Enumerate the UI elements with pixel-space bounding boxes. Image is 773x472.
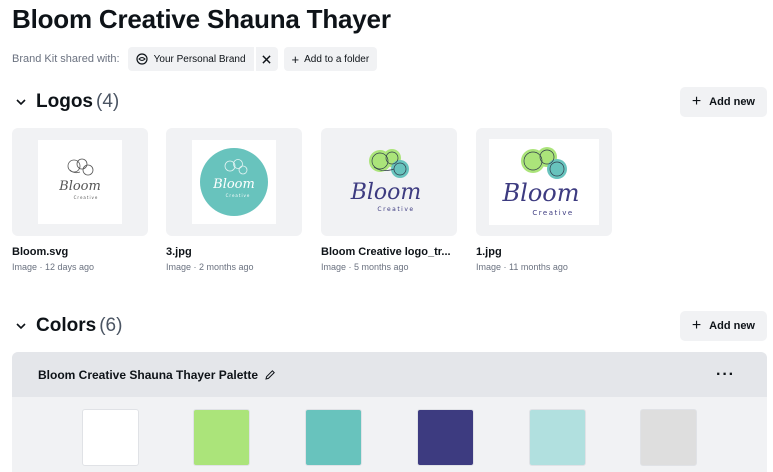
remove-brand-button[interactable] (253, 47, 278, 71)
plus-icon: + (291, 51, 300, 67)
brand-chip[interactable]: Your Personal Brand (127, 47, 278, 71)
logo-subtitle: Creative (377, 206, 414, 213)
shared-with-label: Brand Kit shared with: (12, 53, 120, 65)
logo-name: 3.jpg (166, 246, 192, 258)
add-new-label: Add new (709, 320, 755, 332)
logo-card[interactable]: Bloom Creative 1.jpg Image · 11 months a… (476, 128, 612, 272)
close-icon (262, 54, 271, 64)
logo-card[interactable]: Bloom Creative 3.jpg Image · 2 months ag… (166, 128, 302, 272)
palette-name[interactable]: Bloom Creative Shauna Thayer Palette (38, 368, 258, 382)
logo-thumbnail[interactable]: Bloom Creative (321, 128, 457, 236)
more-options-button[interactable]: ··· (716, 366, 735, 384)
pencil-icon[interactable] (264, 369, 276, 381)
logo-subtitle: Creative (532, 209, 573, 217)
logo-image: Bloom Creative (192, 140, 276, 224)
logo-image: Bloom Creative (38, 140, 122, 224)
add-new-logo-button[interactable]: + Add new (679, 87, 767, 117)
color-swatch[interactable] (640, 409, 697, 466)
logos-section-header: Logos (4) + Add new (12, 86, 767, 118)
logos-count: (4) (96, 91, 120, 112)
plus-icon: + (691, 93, 702, 110)
logo-meta: Image · 12 days ago (12, 262, 95, 272)
add-to-folder-button[interactable]: + Add to a folder (283, 47, 378, 71)
logos-title: Logos (36, 91, 93, 112)
chevron-down-icon[interactable] (12, 93, 30, 111)
add-to-folder-label: Add to a folder (304, 53, 370, 65)
logo-wordmark: Bloom (212, 177, 255, 192)
logo-wordmark: Bloom (350, 180, 422, 205)
logo-wordmark: Bloom (502, 179, 580, 207)
page-title: Bloom Creative Shauna Thayer (12, 4, 391, 34)
colors-section-header: Colors (6) + Add new (12, 310, 767, 342)
logo-name: 1.jpg (476, 246, 502, 258)
logo-image: Bloom Creative (350, 149, 422, 213)
brand-chip-label: Your Personal Brand (153, 53, 246, 65)
color-swatch[interactable] (529, 409, 586, 466)
logo-thumbnail[interactable]: Bloom Creative (166, 128, 302, 236)
logo-subtitle: Creative (74, 195, 99, 200)
logo-meta: Image · 2 months ago (166, 262, 254, 272)
logo-name: Bloom Creative logo_tr... (321, 246, 451, 258)
logo-card[interactable]: Bloom Creative Bloom.svg Image · 12 days… (12, 128, 148, 272)
brand-icon (136, 53, 148, 65)
palette-header: Bloom Creative Shauna Thayer Palette ··· (12, 352, 767, 397)
chevron-down-icon[interactable] (12, 317, 30, 335)
logo-subtitle: Creative (226, 193, 251, 198)
colors-title: Colors (36, 315, 97, 336)
logo-image: Bloom Creative (489, 139, 599, 225)
logo-card[interactable]: Bloom Creative Bloom Creative logo_tr...… (321, 128, 457, 272)
color-swatch[interactable] (193, 409, 250, 466)
colors-count: (6) (99, 315, 123, 336)
color-swatch[interactable] (417, 409, 474, 466)
color-palette: Bloom Creative Shauna Thayer Palette ··· (12, 352, 767, 472)
add-new-label: Add new (709, 96, 755, 108)
logo-wordmark: Bloom (58, 179, 101, 194)
logo-thumbnail[interactable]: Bloom Creative (12, 128, 148, 236)
color-swatch[interactable] (305, 409, 362, 466)
logo-meta: Image · 11 months ago (476, 262, 568, 272)
add-new-color-button[interactable]: + Add new (679, 311, 767, 341)
logo-thumbnail[interactable]: Bloom Creative (476, 128, 612, 236)
logo-meta: Image · 5 months ago (321, 262, 409, 272)
color-swatch[interactable] (82, 409, 139, 466)
shared-with-row: Brand Kit shared with: Your Personal Bra… (12, 46, 378, 72)
plus-icon: + (691, 317, 702, 334)
logo-name: Bloom.svg (12, 246, 69, 258)
